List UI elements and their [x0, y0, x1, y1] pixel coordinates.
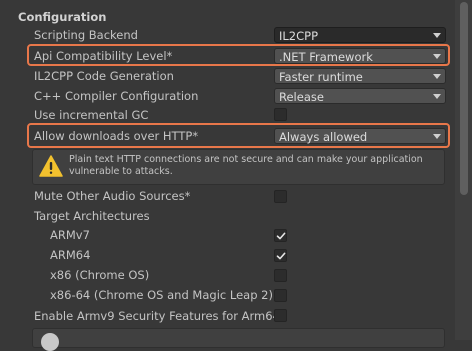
http-warning-text: Plain text HTTP connections are not secu… — [69, 154, 423, 177]
info-icon — [41, 333, 59, 351]
armv7-label: ARMv7 — [50, 228, 90, 242]
scripting-backend-label: Scripting Backend — [34, 28, 138, 42]
target-architectures-label: Target Architectures — [34, 209, 150, 223]
checkmark-icon — [276, 232, 286, 240]
cpp-compiler-dropdown[interactable]: Release — [274, 88, 446, 104]
api-compat-value: .NET Framework — [279, 50, 373, 64]
il2cpp-codegen-value: Faster runtime — [279, 70, 363, 84]
mute-audio-checkbox[interactable] — [274, 190, 287, 203]
incremental-gc-label: Use incremental GC — [34, 108, 149, 122]
scripting-backend-value: IL2CPP — [279, 29, 319, 43]
chevron-down-icon — [433, 54, 441, 59]
scrollbar-thumb[interactable] — [460, 2, 468, 195]
api-compat-label: Api Compatibility Level* — [34, 49, 173, 63]
checkmark-icon — [276, 252, 286, 260]
incremental-gc-checkbox[interactable] — [274, 108, 287, 121]
api-compat-dropdown[interactable]: .NET Framework — [274, 48, 446, 64]
warning-icon — [39, 155, 63, 177]
x86-checkbox[interactable] — [274, 269, 287, 282]
cpp-compiler-value: Release — [279, 90, 324, 104]
x86-label: x86 (Chrome OS) — [50, 268, 150, 282]
chevron-down-icon — [433, 74, 441, 79]
armv9-label: Enable Armv9 Security Features for Arm64 — [34, 309, 280, 323]
arm64-label: ARM64 — [50, 248, 91, 262]
cpp-compiler-label: C++ Compiler Configuration — [34, 89, 199, 103]
info-box — [32, 328, 445, 351]
allow-downloads-value: Always allowed — [279, 130, 368, 144]
arm64-checkbox[interactable] — [274, 249, 287, 262]
scripting-backend-dropdown[interactable]: IL2CPP — [274, 27, 446, 43]
allow-downloads-label: Allow downloads over HTTP* — [34, 129, 199, 143]
armv9-checkbox[interactable] — [274, 309, 287, 322]
il2cpp-codegen-dropdown[interactable]: Faster runtime — [274, 68, 446, 84]
mute-audio-label: Mute Other Audio Sources* — [34, 189, 191, 203]
section-title: Configuration — [18, 10, 107, 24]
allow-downloads-dropdown[interactable]: Always allowed — [274, 128, 446, 144]
armv7-checkbox[interactable] — [274, 229, 287, 242]
chevron-down-icon — [433, 33, 441, 38]
il2cpp-codegen-label: IL2CPP Code Generation — [34, 69, 174, 83]
http-warning-box: Plain text HTTP connections are not secu… — [32, 149, 445, 185]
x86-64-label: x86-64 (Chrome OS and Magic Leap 2) — [50, 288, 273, 302]
chevron-down-icon — [433, 134, 441, 139]
x86-64-checkbox[interactable] — [274, 289, 287, 302]
chevron-down-icon — [433, 94, 441, 99]
